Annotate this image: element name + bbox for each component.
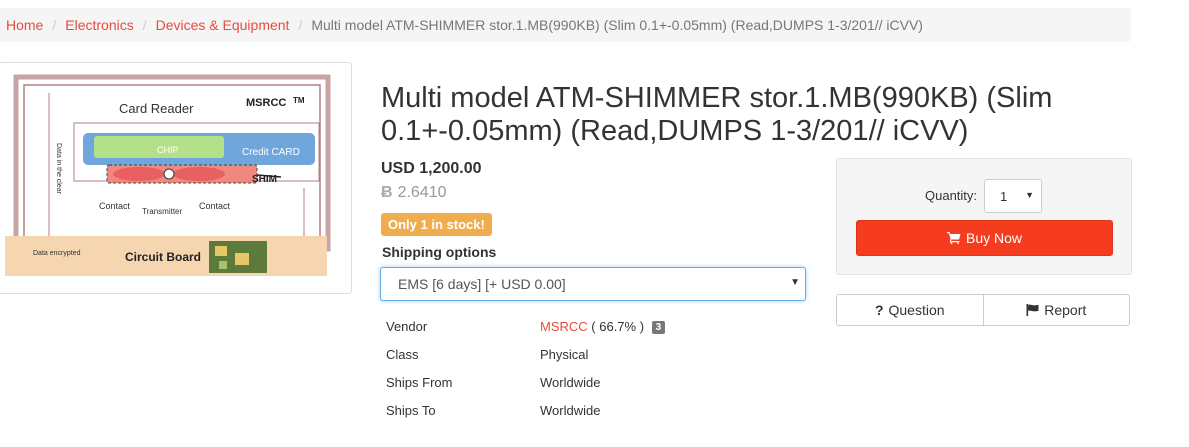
data-clear-label: Data in the clear	[55, 143, 62, 195]
breadcrumb-separator: /	[298, 17, 303, 33]
quantity-value: 1	[1000, 189, 1008, 204]
buy-now-label: Buy Now	[965, 230, 1023, 246]
ships-to-value: Worldwide	[540, 403, 601, 418]
question-label: Question	[888, 302, 945, 318]
breadcrumb-devices-link[interactable]: Devices & Equipment	[156, 17, 290, 33]
chip-label: CHIP	[157, 145, 179, 155]
buy-panel: Quantity: 1 ▼ Buy Now	[836, 158, 1132, 275]
quantity-label: Quantity:	[925, 188, 978, 203]
quantity-select[interactable]: 1 ▼	[984, 179, 1042, 213]
contact-left-label: Contact	[99, 201, 131, 211]
breadcrumb-current: Multi model ATM-SHIMMER stor.1.MB(990KB)…	[311, 17, 923, 33]
price-btc-value: 2.6410	[397, 184, 447, 201]
ships-from-label: Ships From	[386, 375, 453, 390]
breadcrumb: Home / Electronics / Devices & Equipment…	[0, 8, 1131, 42]
vendor-link[interactable]: MSRCC	[540, 319, 588, 334]
product-title: Multi model ATM-SHIMMER stor.1.MB(990KB)…	[381, 82, 1053, 147]
ships-to-label: Ships To	[386, 403, 436, 418]
details-row-ships-to: Ships To Worldwide	[386, 403, 786, 423]
class-label: Class	[386, 347, 419, 362]
price-usd: USD 1,200.00	[381, 160, 482, 177]
transmitter-label: Transmitter	[142, 207, 182, 216]
buy-now-button[interactable]: Buy Now	[856, 220, 1113, 256]
caret-down-icon: ▼	[790, 277, 800, 288]
vendor-label: Vendor	[386, 319, 428, 334]
details-row-class: Class Physical	[386, 347, 786, 367]
card-reader-diagram: Card Reader MSRCC TM Credit CARD CHIP SH…	[0, 63, 351, 293]
card-reader-label: Card Reader	[119, 101, 194, 116]
caret-down-icon: ▼	[1025, 190, 1034, 200]
shim-label: SHIM	[252, 174, 277, 185]
tm-label: TM	[293, 96, 305, 105]
report-label: Report	[1044, 302, 1087, 318]
breadcrumb-electronics-link[interactable]: Electronics	[65, 17, 133, 33]
price-btc: Ƀ 2.6410	[381, 184, 447, 202]
circuit-board-label: Circuit Board	[125, 250, 201, 264]
question-button[interactable]: ? Question	[836, 294, 984, 326]
shipping-select[interactable]: EMS [6 days] [+ USD 0.00] ▼	[380, 267, 806, 301]
cart-icon	[946, 232, 961, 244]
vendor-value: MSRCC ( 66.7% ) 3	[540, 319, 666, 334]
breadcrumb-separator: /	[142, 17, 147, 33]
contact-right-label: Contact	[199, 201, 231, 211]
credit-card-label: Credit CARD	[242, 147, 300, 158]
vendor-rating: ( 66.7% )	[591, 319, 645, 334]
details-row-vendor: Vendor MSRCC ( 66.7% ) 3	[386, 319, 786, 339]
breadcrumb-separator: /	[52, 17, 57, 33]
bitcoin-icon: Ƀ	[381, 184, 393, 201]
ships-from-value: Worldwide	[540, 375, 601, 390]
shipping-selected-value: EMS [6 days] [+ USD 0.00]	[398, 276, 566, 292]
shipping-options-label: Shipping options	[382, 244, 497, 260]
product-image[interactable]: Card Reader MSRCC TM Credit CARD CHIP SH…	[0, 62, 352, 294]
vendor-level-badge: 3	[651, 321, 666, 334]
details-row-ships-from: Ships From Worldwide	[386, 375, 786, 395]
question-icon: ?	[874, 302, 884, 318]
data-encrypted-label: Data encrypted	[33, 250, 81, 257]
report-button[interactable]: Report	[983, 294, 1130, 326]
class-value: Physical	[540, 347, 589, 362]
action-buttons: ? Question Report	[836, 294, 1130, 326]
stock-badge: Only 1 in stock!	[381, 213, 492, 236]
flag-icon	[1026, 304, 1039, 316]
brand-label: MSRCC	[246, 97, 286, 109]
breadcrumb-home-link[interactable]: Home	[6, 17, 43, 33]
